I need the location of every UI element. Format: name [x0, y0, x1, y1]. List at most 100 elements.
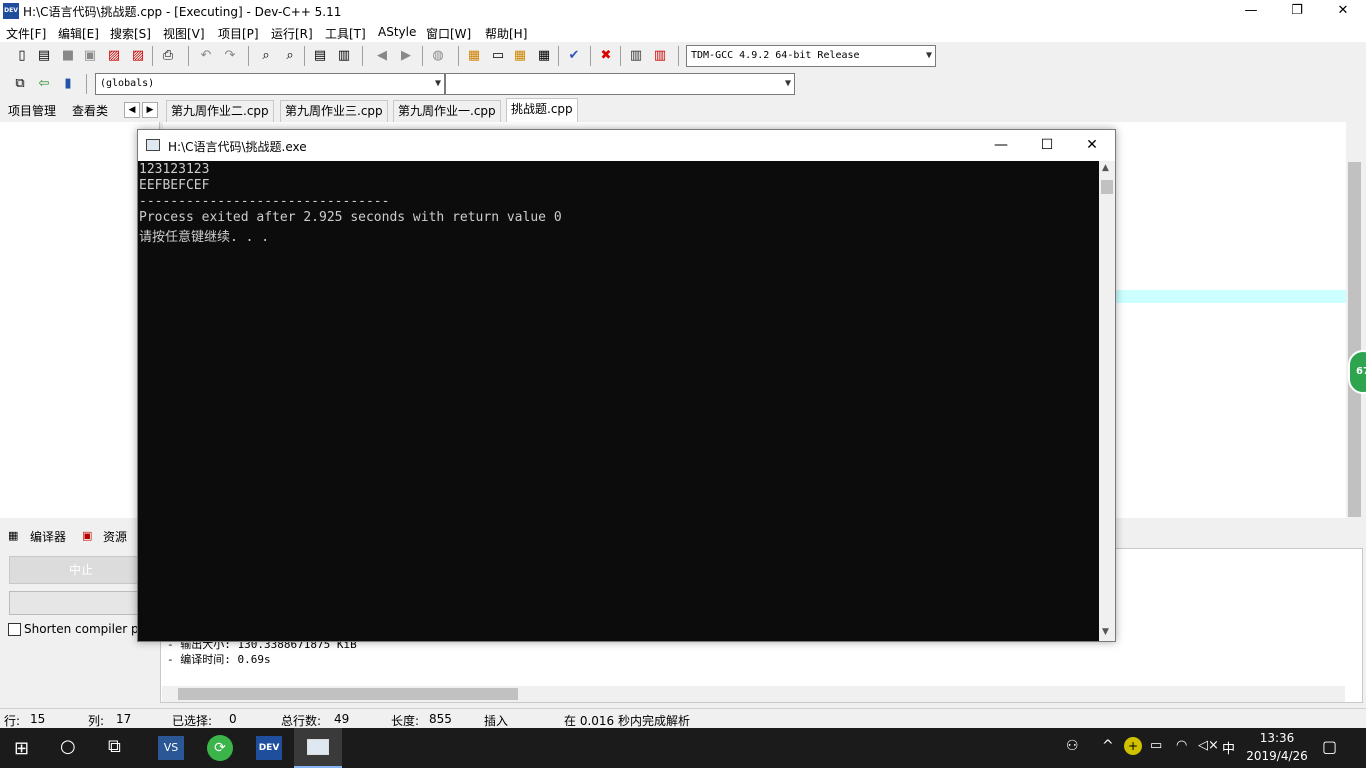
menu-run[interactable]: 运行[R] — [271, 25, 313, 42]
windows-start-icon[interactable]: ⊞ — [14, 738, 29, 759]
compile-progress-bar — [9, 591, 153, 615]
tray-app-icon[interactable]: + — [1124, 737, 1142, 755]
save-icon[interactable]: ■ — [58, 46, 78, 66]
scope-select-value: (globals) — [100, 78, 155, 89]
menu-astyle[interactable]: AStyle — [378, 25, 416, 39]
menu-view[interactable]: 视图[V] — [163, 25, 205, 42]
close-file-icon[interactable]: ▨ — [104, 46, 124, 66]
status-parse-time: 在 0.016 秒内完成解析 — [564, 714, 690, 728]
menu-search[interactable]: 搜索[S] — [110, 25, 151, 42]
profile-icon[interactable]: ▥ — [626, 46, 646, 66]
menu-edit[interactable]: 编辑[E] — [58, 25, 99, 42]
checkbox-icon[interactable] — [8, 623, 21, 636]
unindent-icon[interactable]: ◀ — [372, 46, 392, 66]
redo-icon[interactable]: ↷ — [220, 46, 240, 66]
volume-icon[interactable]: ◁× — [1198, 738, 1219, 753]
console-maximize-button[interactable]: ☐ — [1024, 130, 1070, 161]
replace-icon[interactable]: ⌕ — [280, 46, 300, 66]
editor-scrollbar[interactable] — [1346, 122, 1363, 518]
visual-studio-icon[interactable]: VS — [158, 736, 184, 760]
undo-icon[interactable]: ↶ — [196, 46, 216, 66]
delete-profile-icon[interactable]: ▥ — [650, 46, 670, 66]
console-task-icon — [307, 739, 329, 755]
chevron-down-icon[interactable]: ▼ — [1102, 627, 1109, 637]
status-total: 49 — [334, 712, 350, 726]
compile-run-icon[interactable]: ▦ — [510, 46, 530, 66]
save-all-icon[interactable]: ▣ — [80, 46, 100, 66]
tab-scroll-left-icon[interactable]: ◀ — [124, 102, 140, 118]
tab-resources[interactable]: 资源 — [103, 528, 127, 545]
abort-button[interactable]: 中止 — [9, 556, 153, 584]
print-icon[interactable]: ⎙ — [158, 46, 178, 66]
editor-tab-3[interactable]: 第九周作业一.cpp — [393, 100, 501, 122]
status-length: 855 — [429, 712, 452, 726]
menu-window[interactable]: 窗口[W] — [426, 25, 471, 42]
goto-icon[interactable]: ⇦ — [34, 74, 54, 94]
console-scrollbar[interactable]: ▲ ▼ — [1099, 161, 1115, 641]
console-output[interactable]: 123123123 EEFBEFCEF --------------------… — [138, 161, 1099, 641]
console-task-button[interactable] — [294, 728, 342, 768]
clock-time[interactable]: 13:36 — [1248, 731, 1306, 745]
menu-project[interactable]: 项目[P] — [218, 25, 259, 42]
scope-select[interactable]: (globals) ▼ — [95, 73, 445, 95]
open-file-icon[interactable]: ▤ — [34, 46, 54, 66]
menu-tools[interactable]: 工具[T] — [325, 25, 366, 42]
class-toolbar: ⧉ ⇦ ▮ (globals) ▼ ▼ — [0, 70, 1366, 98]
insert-icon[interactable]: ⧉ — [10, 74, 30, 94]
find-icon[interactable]: ⌕ — [256, 46, 276, 66]
minimize-button[interactable]: — — [1228, 0, 1274, 22]
editor-tab-2[interactable]: 第九周作业三.cpp — [280, 100, 388, 122]
chevron-down-icon: ▼ — [925, 50, 932, 61]
devcpp-app-icon: DEV — [3, 3, 19, 19]
ime-indicator[interactable]: 中 — [1222, 738, 1235, 757]
left-panel-tabs: 项目管理 查看类 ◀ ▶ — [0, 100, 163, 122]
log-scroll-thumb[interactable] — [178, 688, 518, 700]
menu-file[interactable]: 文件[F] — [6, 25, 46, 42]
goto-line-icon[interactable]: ▤ — [310, 46, 330, 66]
compile-icon[interactable]: ▦ — [464, 46, 484, 66]
maximize-button[interactable]: ❐ — [1274, 0, 1320, 22]
search-icon[interactable]: ○ — [60, 736, 76, 757]
close-all-icon[interactable]: ▨ — [128, 46, 148, 66]
console-line: EEFBEFCEF — [139, 178, 210, 193]
chevron-down-icon: ▼ — [434, 78, 441, 89]
tab-project-manager[interactable]: 项目管理 — [8, 102, 56, 119]
bookmark-icon[interactable]: ▮ — [58, 74, 78, 94]
console-scroll-thumb[interactable] — [1101, 180, 1113, 194]
task-view-icon[interactable]: ⧉ — [108, 736, 121, 757]
editor-tab-1[interactable]: 第九周作业二.cpp — [166, 100, 274, 122]
toggle-bookmark-icon[interactable]: ▥ — [334, 46, 354, 66]
new-file-icon[interactable]: ▯ — [12, 46, 32, 66]
battery-icon[interactable]: ▭ — [1150, 738, 1162, 753]
syntax-check-icon[interactable]: ✔ — [564, 46, 584, 66]
people-icon[interactable]: ⚇ — [1066, 738, 1079, 754]
wifi-icon[interactable]: ◠ — [1176, 738, 1187, 753]
devcpp-task-icon[interactable]: DEV — [256, 736, 282, 760]
compiler-select[interactable]: TDM-GCC 4.9.2 64-bit Release ▼ — [686, 45, 936, 67]
notification-icon[interactable]: ▢ — [1322, 737, 1337, 756]
rebuild-icon[interactable]: ▦ — [534, 46, 554, 66]
indent-icon[interactable]: ▶ — [396, 46, 416, 66]
console-minimize-button[interactable]: — — [978, 130, 1024, 161]
chevron-up-icon[interactable]: ^ — [1102, 738, 1114, 754]
clock-date[interactable]: 2019/4/26 — [1244, 749, 1310, 763]
symbol-select[interactable]: ▼ — [445, 73, 795, 95]
run-icon[interactable]: ▭ — [488, 46, 508, 66]
console-line: 123123123 — [139, 162, 210, 177]
tab-compiler[interactable]: 编译器 — [30, 528, 66, 545]
tab-scroll-right-icon[interactable]: ▶ — [142, 102, 158, 118]
status-bar: 行: 15 列: 17 已选择: 0 总行数: 49 长度: 855 插入 在 … — [0, 708, 1366, 728]
tab-class-view[interactable]: 查看类 — [72, 102, 108, 119]
stop-execution-icon[interactable]: ✖ — [596, 46, 616, 66]
comment-icon[interactable]: ◍ — [428, 46, 448, 66]
menu-help[interactable]: 帮助[H] — [485, 25, 527, 42]
chevron-up-icon[interactable]: ▲ — [1102, 163, 1109, 173]
speed-widget-bubble[interactable]: 67 — [1348, 350, 1366, 394]
console-window[interactable]: H:\C语言代码\挑战题.exe — ☐ ✕ 123123123 EEFBEFC… — [137, 129, 1116, 642]
close-button[interactable]: ✕ — [1320, 0, 1366, 22]
console-line: -------------------------------- — [139, 194, 390, 209]
console-close-button[interactable]: ✕ — [1069, 130, 1115, 161]
browser-icon[interactable]: ⟳ — [207, 735, 233, 761]
editor-tab-active[interactable]: 挑战题.cpp — [506, 98, 578, 122]
editor-scroll-thumb[interactable] — [1348, 162, 1361, 517]
